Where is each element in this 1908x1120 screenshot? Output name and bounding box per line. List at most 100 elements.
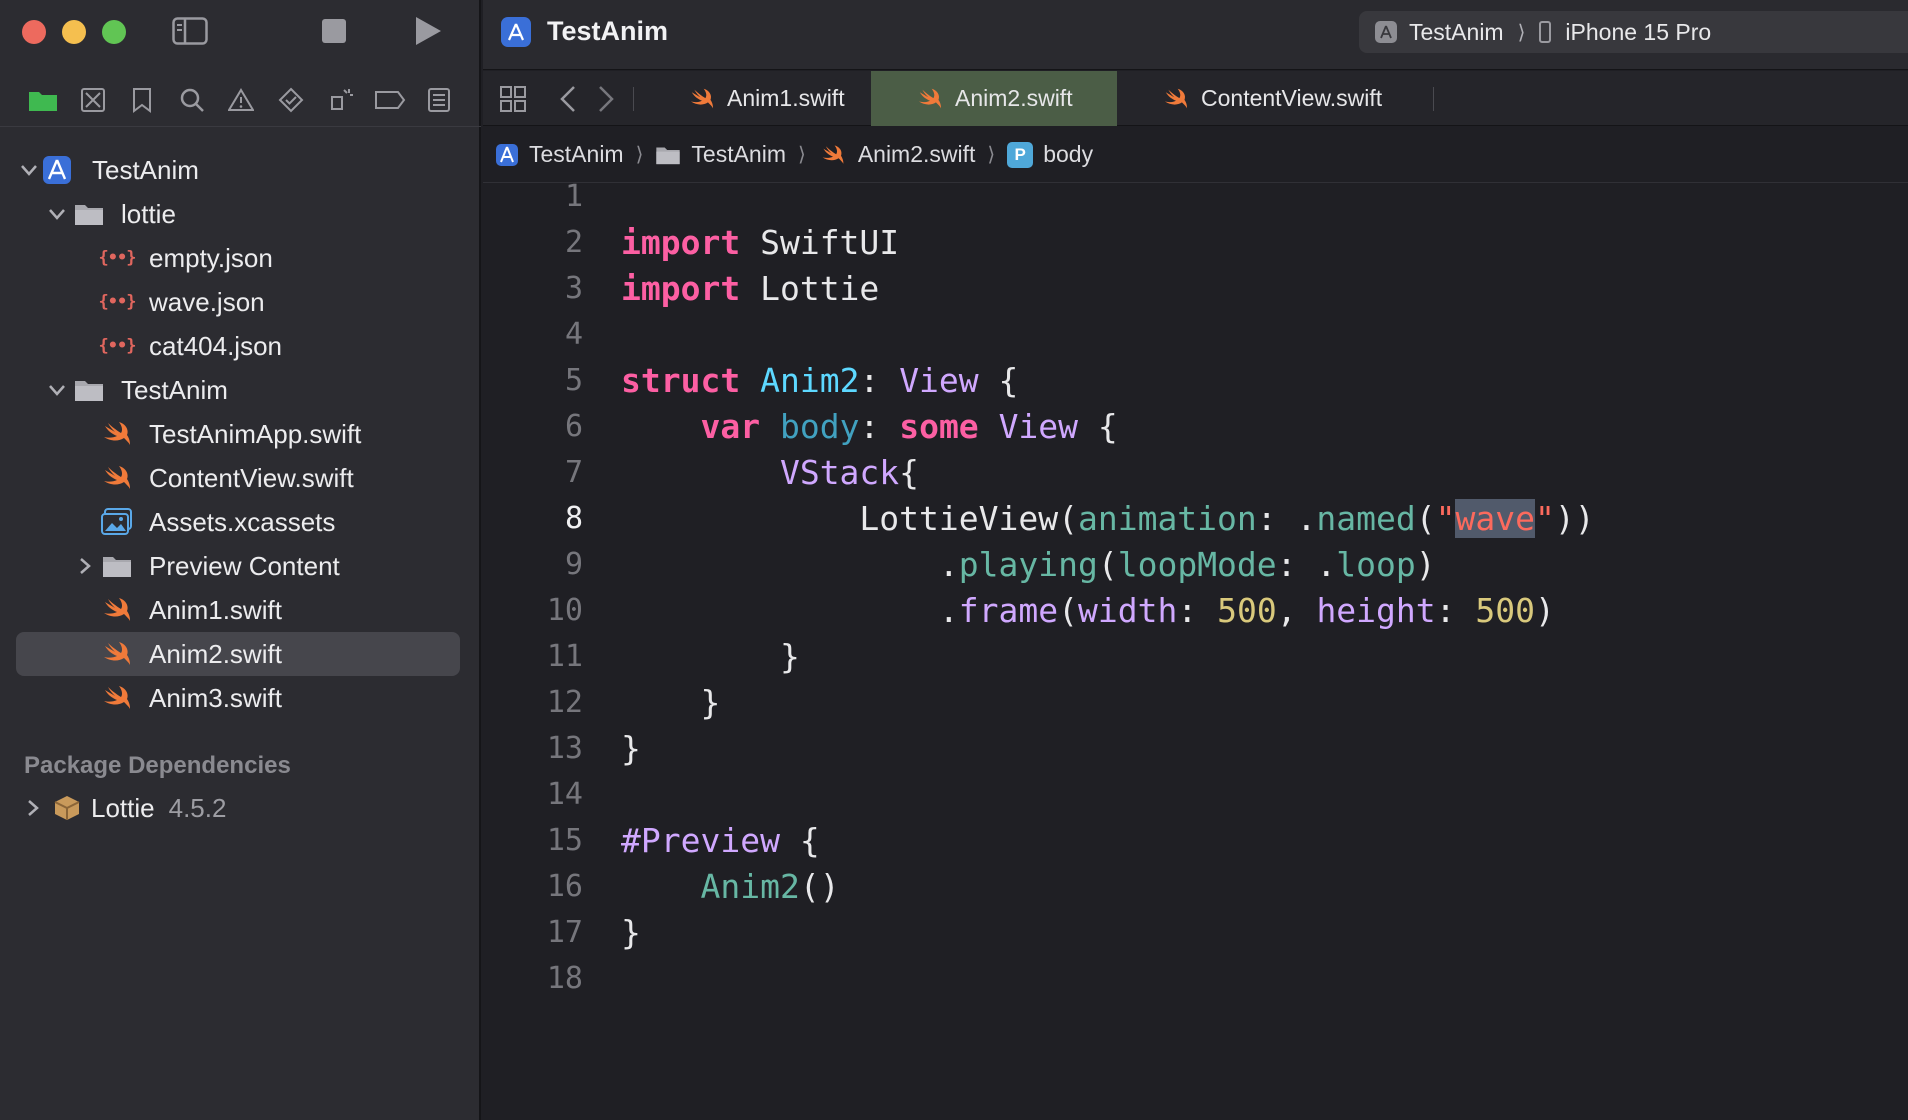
code-line[interactable]: 4: [483, 312, 1908, 358]
code-line[interactable]: 16 Anim2(): [483, 864, 1908, 910]
source-editor[interactable]: 1 2 import SwiftUI 3 import Lottie 4 5 struct A…: [483, 174, 1908, 1002]
related-items-icon[interactable]: [499, 85, 527, 113]
code-token: )): [1554, 499, 1595, 538]
tree-item-wave-json[interactable]: {••} wave.json: [16, 280, 460, 324]
warning-icon[interactable]: [224, 83, 258, 117]
folder-icon[interactable]: [26, 83, 60, 117]
code-token: some: [899, 407, 979, 446]
code-line[interactable]: 7 VStack{: [483, 450, 1908, 496]
scheme-target[interactable]: TestAnim: [1375, 19, 1504, 46]
code-line[interactable]: 9 .playing(loopMode: .loop): [483, 542, 1908, 588]
chevron-right-icon: ⟩: [635, 144, 644, 166]
code-token: 500: [1217, 591, 1277, 630]
tree-item-contentview-swift[interactable]: ContentView.swift: [16, 456, 460, 500]
code-token: ": [1534, 499, 1555, 538]
breakpoint-icon[interactable]: [373, 83, 407, 117]
tree-item-preview-content[interactable]: Preview Content: [16, 544, 460, 588]
code-token: loop: [1336, 545, 1416, 584]
tree-item-lottie[interactable]: lottie: [16, 192, 460, 236]
search-icon[interactable]: [175, 83, 209, 117]
tree-item-label: lottie: [121, 198, 176, 229]
code-token: var: [700, 407, 761, 446]
jumpbar-label: body: [1043, 141, 1094, 167]
sidebar-toggle-icon[interactable]: [172, 16, 208, 46]
tree-item-assets-xcassets[interactable]: Assets.xcassets: [16, 500, 460, 544]
tree-item-label: TestAnimApp.swift: [149, 418, 362, 449]
tab-contentview-swift[interactable]: ContentView.swift: [1119, 71, 1423, 126]
code-line[interactable]: 11 }: [483, 634, 1908, 680]
line-number: 13: [546, 731, 583, 766]
code-token: .: [621, 545, 959, 584]
code-line[interactable]: 13}: [483, 726, 1908, 772]
code-token: }: [621, 729, 641, 768]
disclosure-expanded-icon[interactable]: [46, 379, 68, 401]
code-line[interactable]: 18: [483, 956, 1908, 1002]
source-control-icon[interactable]: [76, 83, 110, 117]
code-line[interactable]: 12 }: [483, 680, 1908, 726]
jumpbar-segment-testanim[interactable]: TestAnim: [495, 141, 624, 168]
zoom-window-button[interactable]: [102, 20, 126, 44]
code-line[interactable]: 15 #Preview {: [483, 818, 1908, 864]
stop-icon[interactable]: [316, 16, 352, 46]
swift-file-icon: [100, 595, 134, 625]
tab-anim2-swift[interactable]: Anim2.swift: [871, 71, 1117, 126]
tab-anim1-swift[interactable]: Anim1.swift: [643, 71, 869, 126]
tree-item-label: Assets.xcassets: [149, 506, 336, 537]
forward-arrow-icon[interactable]: [597, 85, 615, 118]
disclosure-collapsed-icon[interactable]: [74, 555, 96, 577]
code-text: struct Anim2: View {: [621, 358, 1018, 404]
swift-file-icon: [917, 87, 943, 109]
code-line[interactable]: 8 LottieView(animation: .named("wave")): [483, 496, 1908, 542]
chevron-right-icon: ⟩: [798, 144, 806, 166]
json-file-icon: {••}: [98, 248, 137, 268]
run-icon[interactable]: [410, 16, 446, 46]
tree-item-anim3-swift[interactable]: Anim3.swift: [16, 676, 460, 720]
disclosure-collapsed-icon[interactable]: [22, 797, 44, 819]
scheme-device[interactable]: iPhone 15 Pro: [1539, 19, 1711, 46]
editor-area: TestAnim TestAnim ⟩ iPhone 15 Pro Anim1.…: [483, 0, 1908, 1120]
close-window-button[interactable]: [22, 20, 46, 44]
jumpbar-segment-testanim[interactable]: TestAnim: [655, 141, 786, 168]
code-line[interactable]: 2 import SwiftUI: [483, 220, 1908, 266]
code-line[interactable]: 10 .frame(width: 500, height: 500): [483, 588, 1908, 634]
code-token: }: [621, 683, 721, 722]
window-title: TestAnim: [547, 16, 669, 46]
tree-item-testanimapp-swift[interactable]: TestAnimApp.swift: [16, 412, 460, 456]
disclosure-expanded-icon[interactable]: [18, 159, 40, 181]
tree-item-anim1-swift[interactable]: Anim1.swift: [16, 588, 460, 632]
code-line[interactable]: 3 import Lottie: [483, 266, 1908, 312]
code-line[interactable]: 14: [483, 772, 1908, 818]
tree-item-empty-json[interactable]: {••} empty.json: [16, 236, 460, 280]
jumpbar-segment-anim2-swift[interactable]: Anim2.swift: [818, 141, 975, 168]
debug-icon[interactable]: [323, 83, 357, 117]
package-row-lottie[interactable]: Lottie 4.5.2: [16, 786, 460, 830]
code-line[interactable]: 5 struct Anim2: View {: [483, 358, 1908, 404]
minimize-window-button[interactable]: [62, 20, 86, 44]
scheme-selector[interactable]: TestAnim ⟩ iPhone 15 Pro: [1359, 11, 1908, 53]
back-arrow-icon[interactable]: [559, 85, 577, 118]
tree-item-anim2-swift[interactable]: Anim2.swift: [16, 632, 460, 676]
scheme-chevron-icon: ⟩: [1517, 21, 1526, 44]
folder-icon: [100, 551, 134, 581]
code-token: Anim2: [760, 361, 860, 400]
report-icon[interactable]: [422, 83, 456, 117]
tree-item-testanim[interactable]: TestAnim: [16, 368, 460, 412]
code-line[interactable]: 6 var body: some View {: [483, 404, 1908, 450]
swift-file-icon: [100, 463, 134, 493]
code-line[interactable]: 1: [483, 174, 1908, 220]
tree-item-cat404-json[interactable]: {••} cat404.json: [16, 324, 460, 368]
folder-icon: [72, 199, 106, 229]
disclosure-expanded-icon[interactable]: [46, 203, 68, 225]
tree-item-testanim[interactable]: TestAnim: [16, 148, 460, 192]
bookmark-icon[interactable]: [125, 83, 159, 117]
jumpbar-segment-body[interactable]: Pbody: [1007, 141, 1093, 168]
code-token: 500: [1475, 591, 1536, 630]
code-token: frame: [958, 591, 1059, 630]
line-number: 1: [564, 179, 583, 214]
code-line[interactable]: 17}: [483, 910, 1908, 956]
test-icon[interactable]: [274, 83, 308, 117]
code-token: ": [1435, 499, 1456, 538]
code-token: height: [1316, 591, 1436, 630]
